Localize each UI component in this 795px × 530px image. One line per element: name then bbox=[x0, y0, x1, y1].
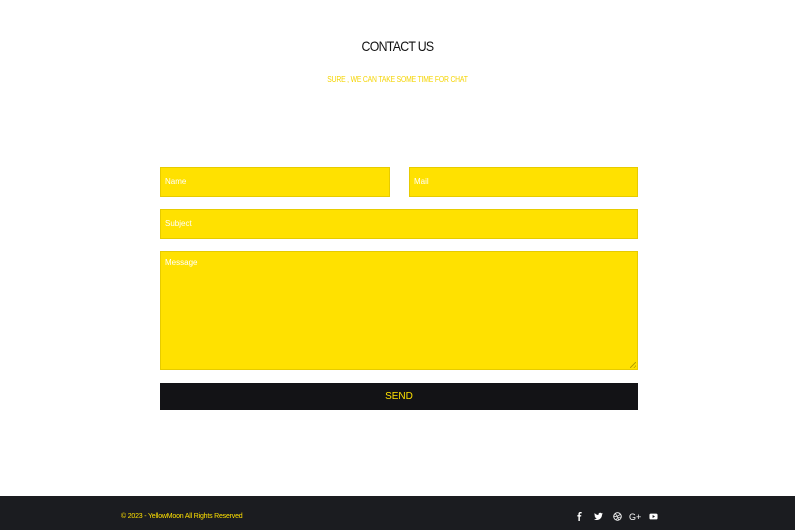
send-button[interactable]: SEND bbox=[160, 383, 638, 410]
copyright-text: © 2023 - YellowMoon All Rights Reserved bbox=[121, 513, 243, 520]
resize-handle[interactable] bbox=[630, 362, 636, 368]
mail-placeholder: Mail bbox=[414, 177, 429, 186]
footer: © 2023 - YellowMoon All Rights Reserved … bbox=[0, 496, 795, 530]
name-input[interactable]: Name bbox=[160, 167, 390, 197]
message-placeholder: Message bbox=[165, 258, 198, 267]
mail-input[interactable]: Mail bbox=[409, 167, 638, 197]
subject-input[interactable]: Subject bbox=[160, 209, 638, 239]
google-plus-icon[interactable]: G+ bbox=[629, 511, 641, 523]
contact-page: CONTACT US SURE , WE CAN TAKE SOME TIME … bbox=[0, 0, 795, 530]
name-placeholder: Name bbox=[165, 177, 187, 186]
message-textarea[interactable]: Message bbox=[160, 251, 638, 370]
dribbble-icon[interactable] bbox=[611, 511, 623, 523]
twitter-icon[interactable] bbox=[592, 511, 604, 523]
page-subtitle: SURE , WE CAN TAKE SOME TIME FOR CHAT bbox=[327, 75, 468, 84]
facebook-icon[interactable] bbox=[573, 511, 585, 523]
youtube-icon[interactable] bbox=[647, 511, 659, 523]
page-title: CONTACT US bbox=[361, 38, 435, 54]
subject-placeholder: Subject bbox=[165, 219, 192, 228]
